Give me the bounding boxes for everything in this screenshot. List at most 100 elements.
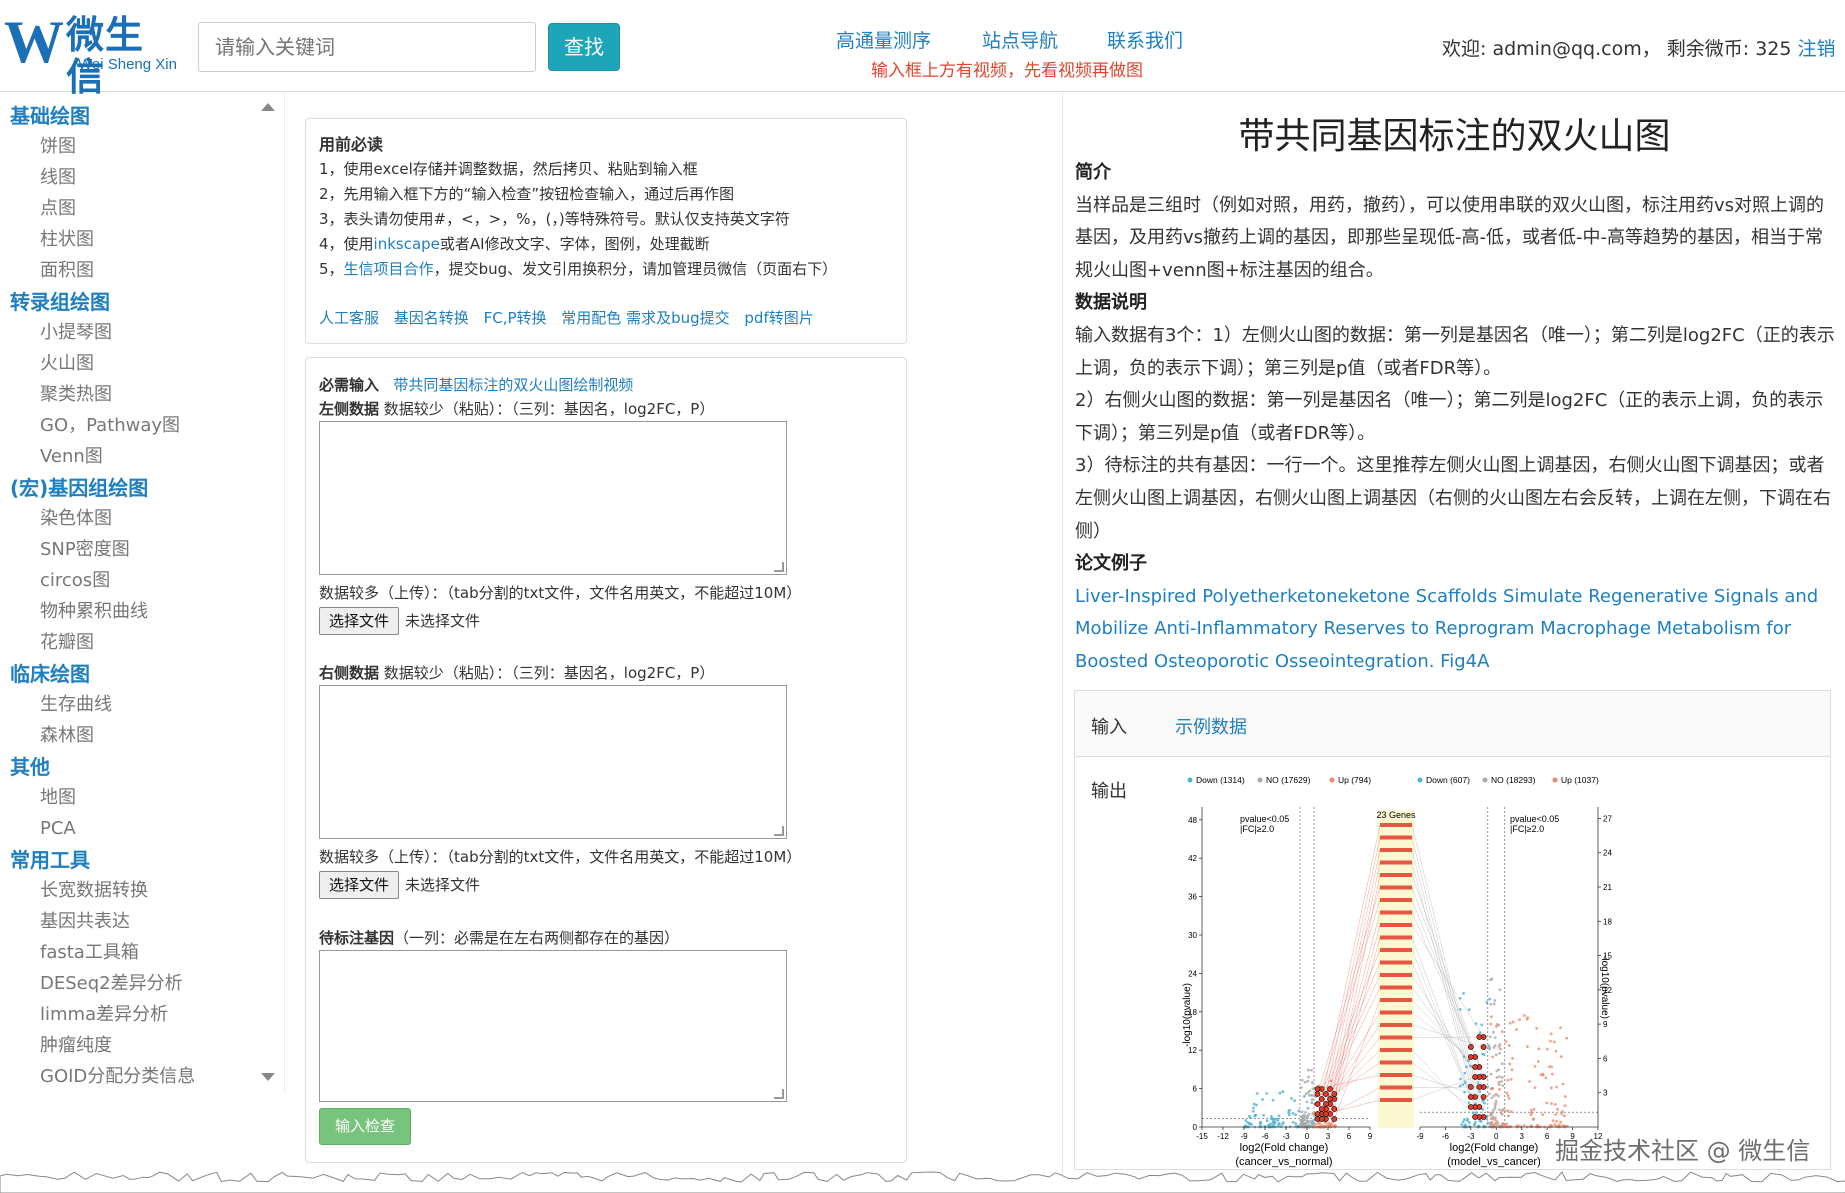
scatter-point bbox=[1537, 1047, 1541, 1051]
scatter-point bbox=[1541, 1113, 1545, 1117]
nav-site-map[interactable]: 站点导航 bbox=[982, 26, 1058, 53]
scatter-point bbox=[1310, 1093, 1314, 1097]
scatter-point bbox=[1499, 1047, 1502, 1051]
sidebar-item[interactable]: 生存曲线 bbox=[10, 690, 260, 721]
scatter-point bbox=[1314, 1122, 1317, 1126]
gene-point-right bbox=[1467, 1104, 1474, 1110]
link-customer-service[interactable]: 人工客服 bbox=[319, 309, 379, 327]
scatter-point bbox=[1507, 1044, 1511, 1047]
sidebar-item[interactable]: 面积图 bbox=[10, 256, 260, 287]
sidebar-item[interactable]: 柱状图 bbox=[10, 225, 260, 256]
sidebar-item[interactable]: 森林图 bbox=[10, 721, 260, 752]
scatter-point bbox=[1311, 1087, 1315, 1091]
sidebar-item[interactable]: 火山图 bbox=[10, 349, 260, 380]
link-gene-name-convert[interactable]: 基因名转换 bbox=[394, 309, 469, 327]
sidebar-item[interactable]: 地图 bbox=[10, 783, 260, 814]
sidebar-item[interactable]: Venn图 bbox=[10, 442, 260, 473]
y-tick-label-left: 30 bbox=[1188, 931, 1197, 940]
video-notice: 输入框上方有视频，先看视频再做图 bbox=[871, 61, 1143, 81]
scatter-point bbox=[1506, 1078, 1510, 1082]
scatter-point bbox=[1489, 1117, 1493, 1121]
scroll-down-arrow-icon[interactable] bbox=[261, 1073, 275, 1081]
gene-label-marker bbox=[1380, 835, 1412, 840]
site-logo[interactable]: W 微生信 Wei Sheng Xin bbox=[4, 12, 182, 98]
data-desc-3: 3）待标注的共有基因：一行一个。这里推荐左侧火山图上调基因，右侧火山图下调基因；… bbox=[1075, 455, 1831, 542]
scatter-point bbox=[1563, 1104, 1567, 1108]
link-colors-feedback[interactable]: 常用配色 需求及bug提交 bbox=[561, 309, 729, 327]
sidebar-item[interactable]: PCA bbox=[10, 814, 260, 845]
gene-point-right bbox=[1467, 1054, 1474, 1060]
sidebar-item[interactable]: fasta工具箱 bbox=[10, 938, 260, 969]
sidebar-item[interactable]: 饼图 bbox=[10, 132, 260, 163]
sidebar-item[interactable]: 基因共表达 bbox=[10, 907, 260, 938]
link-pdf-to-image[interactable]: pdf转图片 bbox=[744, 309, 813, 327]
scatter-point bbox=[1318, 1122, 1322, 1126]
search-button[interactable]: 查找 bbox=[548, 23, 620, 71]
input-check-button[interactable]: 输入检查 bbox=[319, 1108, 411, 1145]
left-choose-file-button[interactable]: 选择文件 bbox=[319, 607, 400, 635]
scatter-point bbox=[1555, 1119, 1559, 1123]
link-fc-p-convert[interactable]: FC,P转换 bbox=[484, 309, 547, 327]
scatter-point bbox=[1489, 1072, 1493, 1076]
genes-title: 待标注基因 bbox=[319, 929, 395, 947]
sidebar-item[interactable]: 肿瘤纯度 bbox=[10, 1031, 260, 1062]
gene-point-left bbox=[1331, 1116, 1338, 1122]
search-input[interactable] bbox=[198, 22, 536, 72]
sidebar-item[interactable]: SNP密度图 bbox=[10, 535, 260, 566]
right-data-textarea[interactable] bbox=[319, 685, 787, 839]
paper-link[interactable]: Liver-Inspired Polyetherketoneketone Sca… bbox=[1075, 586, 1818, 672]
sidebar-item[interactable]: 聚类热图 bbox=[10, 380, 260, 411]
sidebar-item[interactable]: GO，Pathway图 bbox=[10, 411, 260, 442]
sidebar-item[interactable]: 染色体图 bbox=[10, 504, 260, 535]
scatter-point bbox=[1533, 1086, 1537, 1090]
scatter-point bbox=[1277, 1122, 1281, 1126]
sidebar-item[interactable]: circos图 bbox=[10, 566, 260, 597]
inkscape-link[interactable]: inkscape bbox=[374, 235, 440, 253]
gene-point-left bbox=[1314, 1111, 1321, 1117]
sidebar-item[interactable]: 长宽数据转换 bbox=[10, 876, 260, 907]
nav-contact[interactable]: 联系我们 bbox=[1107, 26, 1183, 53]
scatter-point bbox=[1495, 1076, 1499, 1079]
scroll-up-arrow-icon[interactable] bbox=[261, 103, 275, 111]
sidebar-section-title[interactable]: 其他 bbox=[10, 752, 260, 783]
scatter-point bbox=[1307, 1120, 1311, 1124]
sidebar-item[interactable]: 小提琴图 bbox=[10, 318, 260, 349]
guide-line-5-suffix: ，提交bug、发文引用换积分，请加管理员微信（页面右下） bbox=[433, 260, 838, 278]
sidebar-section-title[interactable]: 转录组绘图 bbox=[10, 287, 260, 318]
logout-link[interactable]: 注销 bbox=[1798, 38, 1836, 60]
tutorial-video-link[interactable]: 带共同基因标注的双火山图绘制视频 bbox=[393, 376, 633, 394]
sidebar-item[interactable]: GOID分配分类信息 bbox=[10, 1062, 260, 1093]
scatter-point bbox=[1488, 1046, 1492, 1050]
example-data-link[interactable]: 示例数据 bbox=[1175, 713, 1247, 739]
sidebar-item[interactable]: 点图 bbox=[10, 194, 260, 225]
scatter-point bbox=[1493, 999, 1497, 1002]
legend-right: Down (607) NO (18293) Up (1037) bbox=[1417, 775, 1599, 785]
left-data-textarea[interactable] bbox=[319, 421, 787, 575]
nav-sequencing[interactable]: 高通量测序 bbox=[836, 26, 931, 53]
left-data-title: 左侧数据 bbox=[319, 400, 380, 418]
scatter-point bbox=[1261, 1097, 1264, 1101]
legend-marker bbox=[1187, 777, 1193, 783]
sidebar-item[interactable]: 花瓣图 bbox=[10, 628, 260, 659]
gene-label-marker bbox=[1380, 873, 1412, 877]
guide-line-4-prefix: 4，使用 bbox=[319, 235, 374, 253]
gene-link-right bbox=[1411, 1024, 1484, 1048]
collaboration-link[interactable]: 生信项目合作 bbox=[344, 260, 434, 278]
sidebar-section-title[interactable]: (宏)基因组绘图 bbox=[10, 473, 260, 504]
genes-textarea[interactable] bbox=[319, 950, 787, 1102]
sidebar-section-title[interactable]: 临床绘图 bbox=[10, 659, 260, 690]
sidebar-section-title[interactable]: 基础绘图 bbox=[10, 101, 260, 132]
required-label: 必需输入 bbox=[319, 376, 380, 394]
scatter-point bbox=[1483, 1101, 1486, 1105]
legend-label: Down (607) bbox=[1426, 775, 1470, 785]
scatter-point bbox=[1252, 1106, 1255, 1110]
sidebar-item[interactable]: limma差异分析 bbox=[10, 1000, 260, 1031]
right-upload-hint: 数据较多（上传）：（tab分割的txt文件，文件名用英文，不能超过10M） bbox=[319, 848, 802, 866]
scatter-point bbox=[1494, 1053, 1498, 1057]
sidebar-item[interactable]: 线图 bbox=[10, 163, 260, 194]
scatter-point bbox=[1492, 1002, 1496, 1006]
sidebar-item[interactable]: DESeq2差异分析 bbox=[10, 969, 260, 1000]
right-choose-file-button[interactable]: 选择文件 bbox=[319, 871, 400, 899]
sidebar-section-title[interactable]: 常用工具 bbox=[10, 845, 260, 876]
sidebar-item[interactable]: 物种累积曲线 bbox=[10, 597, 260, 628]
